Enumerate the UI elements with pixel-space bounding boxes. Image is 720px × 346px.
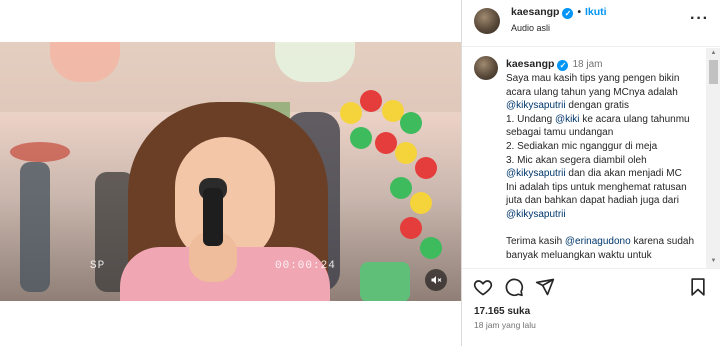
author-avatar[interactable] [474,8,500,34]
share-icon[interactable] [534,276,556,298]
video-player[interactable]: SP 00:00:24 [0,42,461,301]
mention-link[interactable]: @kikysaputrii [506,100,566,111]
video-osd-label: SP [90,260,106,272]
caption-avatar[interactable] [474,56,498,80]
caption-text-span: dengan gratis [565,100,629,112]
caption-text-span: 2. Sediakan mic nganggur di meja [506,140,658,152]
caption-text-span: dan dia akan menjadi MC [565,168,682,180]
post-header: kaesangp ✓ • Ikuti Audio asli ··· [462,0,720,36]
bookmark-icon[interactable] [687,276,709,298]
mention-link[interactable]: @kiki [555,114,580,125]
more-icon[interactable]: ··· [690,10,709,28]
action-bar [462,276,720,302]
caption-username[interactable]: kaesangp [506,58,554,70]
actions-divider [462,268,720,269]
caption-text-span: 3. Mic akan segera diambil oleh [506,154,647,166]
like-count[interactable]: 17.165 suka [474,306,530,317]
author-line: kaesangp ✓ • Ikuti [511,6,607,19]
caption-text-span: 1. Undang [506,113,555,125]
caption-text-span: Saya mau kasih tips yang pengen bikin ac… [506,73,680,98]
caption-line: 1. Undang @kiki ke acara ulang tahunmu s… [506,113,702,140]
caption-line: Terima kasih @erinagudono karena sudah b… [506,235,702,262]
scroll-up-arrow-icon[interactable]: ▲ [709,50,718,58]
mute-icon[interactable] [425,269,447,291]
audio-label[interactable]: Audio asli [511,23,550,33]
caption-line: 3. Mic akan segera diambil oleh @kikysap… [506,154,702,181]
heart-icon[interactable] [472,276,494,298]
author-username[interactable]: kaesangp [511,6,559,18]
header-divider [462,46,720,47]
separator-dot: • [577,7,581,18]
caption-text: Saya mau kasih tips yang pengen bikin ac… [506,72,702,262]
caption-line: Ini adalah tips untuk menghemat ratusan … [506,181,702,222]
caption-line: Saya mau kasih tips yang pengen bikin ac… [506,72,702,99]
scroll-down-arrow-icon[interactable]: ▼ [709,258,718,266]
mention-link[interactable]: @erinagudono [565,236,631,247]
caption-line: 2. Sediakan mic nganggur di meja [506,140,702,154]
mention-link[interactable]: @kikysaputrii [506,209,566,220]
caption-time: 18 jam [572,59,603,70]
caption-line: @kikysaputrii dengan gratis [506,99,702,113]
media-panel: SP 00:00:24 [0,0,461,346]
follow-button[interactable]: Ikuti [585,6,607,18]
caption-line [506,222,702,236]
caption-text-span: Terima kasih [506,236,565,248]
comments-area[interactable]: kaesangp ✓ 18 jam Saya mau kasih tips yang… [462,48,706,266]
caption-text-span: Ini adalah tips untuk menghemat ratusan … [506,181,687,207]
verified-badge-icon: ✓ [562,8,574,19]
scrollbar-thumb[interactable] [709,60,718,84]
comment-icon[interactable] [503,276,525,298]
microphone [203,188,223,246]
caption-header: kaesangp ✓ 18 jam [506,58,602,71]
verified-badge-icon: ✓ [557,60,569,71]
post-timestamp: 18 jam yang lalu [474,320,536,330]
post-sidebar: kaesangp ✓ • Ikuti Audio asli ··· kaesangp ✓… [462,0,720,346]
video-osd-timecode: 00:00:24 [275,260,336,272]
mention-link[interactable]: @kikysaputrii [506,168,566,179]
